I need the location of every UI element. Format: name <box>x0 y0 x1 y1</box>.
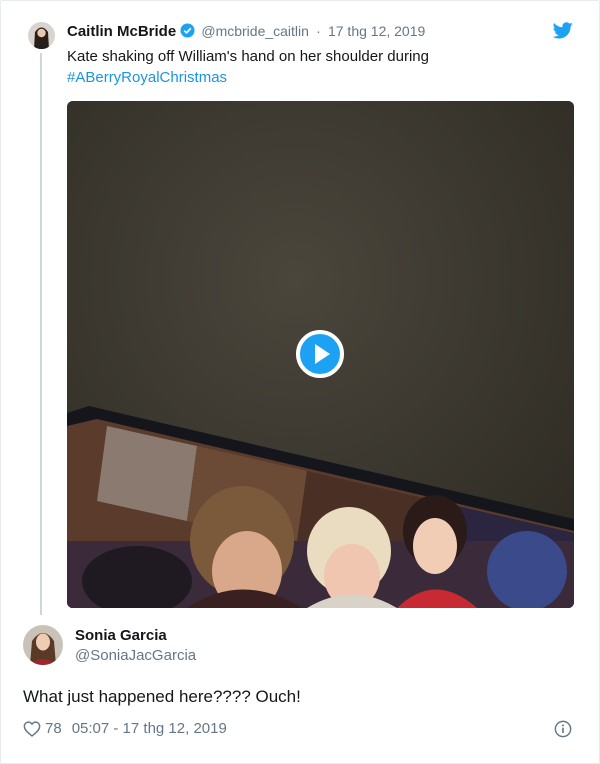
twitter-bird-icon[interactable] <box>552 22 573 44</box>
separator-dot: · <box>316 23 321 39</box>
info-icon[interactable] <box>554 720 572 743</box>
tweet-body: Kate shaking off William's hand on her s… <box>67 48 429 65</box>
author-name[interactable]: Caitlin McBride <box>67 23 176 40</box>
verified-badge-icon <box>180 23 195 42</box>
embed-author-handle[interactable]: @SoniaJacGarcia <box>75 647 196 664</box>
embed-tweet-text: What just happened here???? Ouch! <box>23 687 301 706</box>
play-icon[interactable] <box>296 330 344 378</box>
hashtag-link[interactable]: #ABerryRoyalChristmas <box>67 67 487 88</box>
heart-icon[interactable] <box>23 720 41 737</box>
avatar[interactable] <box>28 22 55 49</box>
tweet-header: Caitlin McBride @mcbride_caitlin · 17 th… <box>67 23 425 42</box>
embed-author-name[interactable]: Sonia Garcia <box>75 627 167 644</box>
author-handle[interactable]: @mcbride_caitlin <box>201 23 309 39</box>
tweet-timestamp[interactable]: 05:07 - 17 thg 12, 2019 <box>72 720 227 737</box>
tweet-footer: 78 05:07 - 17 thg 12, 2019 <box>23 720 227 737</box>
embedded-tweet-card: Caitlin McBride @mcbride_caitlin · 17 th… <box>0 0 600 764</box>
like-count[interactable]: 78 <box>45 720 62 737</box>
tweet-text: Kate shaking off William's hand on her s… <box>67 46 487 88</box>
tweet-date[interactable]: 17 thg 12, 2019 <box>328 23 425 39</box>
video-player[interactable] <box>67 101 574 608</box>
thread-line <box>40 53 42 615</box>
avatar[interactable] <box>23 625 63 665</box>
